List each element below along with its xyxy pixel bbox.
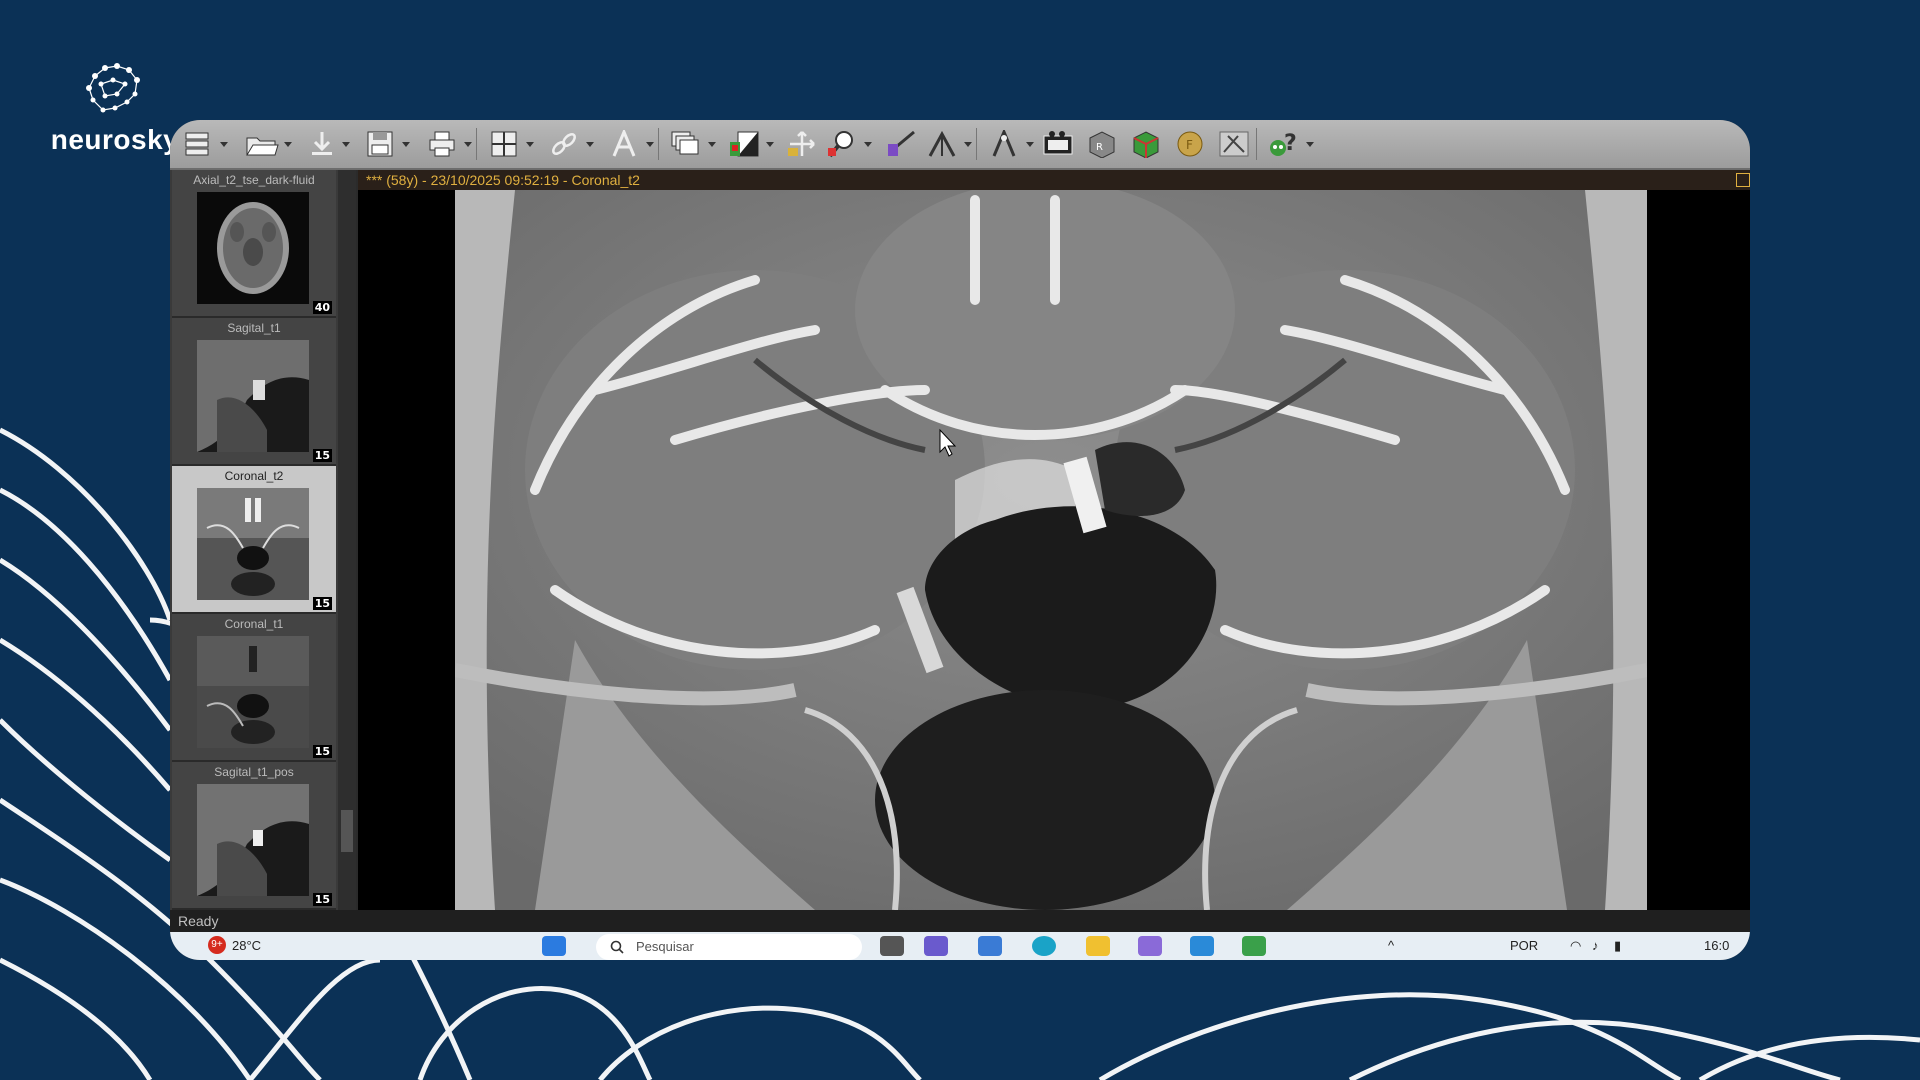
pan-icon[interactable] bbox=[782, 128, 822, 160]
cut-tool-icon[interactable] bbox=[1214, 128, 1254, 160]
image-count: 15 bbox=[312, 597, 332, 610]
link-icon[interactable] bbox=[544, 128, 584, 160]
maximize-icon[interactable] bbox=[1736, 173, 1750, 187]
series-thumbnail-list: Axial_t2_tse_dark-fluid 40 Sagital_t1 15… bbox=[170, 170, 338, 910]
teams-icon[interactable] bbox=[924, 936, 948, 956]
notification-badge: 9+ bbox=[208, 936, 226, 954]
task-view-icon[interactable] bbox=[880, 936, 904, 956]
series-label: Coronal_t1 bbox=[224, 617, 284, 631]
windows-start-icon[interactable] bbox=[542, 936, 566, 956]
clock-text[interactable]: 16:0 bbox=[1704, 938, 1729, 953]
cine-icon[interactable] bbox=[984, 128, 1024, 160]
weather-widget[interactable]: 9+ 28°C bbox=[208, 936, 261, 954]
coronal-mri-image[interactable] bbox=[455, 190, 1647, 910]
video-icon[interactable] bbox=[1038, 128, 1078, 160]
viewer-application-window: R F ? Axial_t2_tse_dark-fluid 40 Sagital… bbox=[170, 120, 1750, 960]
image-count: 40 bbox=[312, 301, 332, 314]
search-icon bbox=[610, 940, 624, 954]
wifi-icon[interactable]: ◠ bbox=[1570, 938, 1581, 954]
scrollbar-thumb[interactable] bbox=[341, 810, 353, 852]
brand: neurosky bbox=[40, 58, 190, 156]
database-icon[interactable] bbox=[178, 128, 218, 160]
status-text: Ready bbox=[178, 913, 219, 929]
volume-icon[interactable]: ♪ bbox=[1592, 938, 1599, 953]
store-icon[interactable] bbox=[1138, 936, 1162, 956]
series-thumbnail-active[interactable]: Coronal_t2 15 bbox=[172, 466, 336, 614]
brand-name: neurosky bbox=[50, 124, 180, 155]
series-label: Sagital_t1 bbox=[227, 321, 281, 335]
sagittal-thumbnail-image bbox=[197, 784, 309, 896]
battery-icon[interactable]: ▮ bbox=[1614, 938, 1621, 954]
neurosky-logo-icon bbox=[86, 63, 140, 113]
coronal-thumbnail-image bbox=[197, 488, 309, 600]
window-level-icon[interactable] bbox=[724, 128, 764, 160]
zoom-icon[interactable] bbox=[822, 128, 862, 160]
viewport-header: *** (58y) - 23/10/2025 09:52:19 - Corona… bbox=[358, 170, 1750, 190]
os-taskbar: 9+ 28°C Pesquisar ^ POR ◠ ♪ ▮ 16:0 bbox=[170, 932, 1750, 960]
reference-lines-icon[interactable] bbox=[922, 128, 962, 160]
text-annotation-icon[interactable] bbox=[604, 128, 644, 160]
3d-icon[interactable] bbox=[1126, 128, 1166, 160]
chevron-up-icon[interactable]: ^ bbox=[1388, 938, 1394, 953]
coronal-thumbnail-image bbox=[197, 636, 309, 748]
series-thumbnail[interactable]: Coronal_t1 15 bbox=[172, 614, 336, 762]
image-count: 15 bbox=[312, 893, 332, 906]
series-scrollbar[interactable] bbox=[338, 170, 356, 910]
edge-browser-icon[interactable] bbox=[1032, 936, 1056, 956]
fusion-icon[interactable]: F bbox=[1170, 128, 1210, 160]
file-explorer-icon[interactable] bbox=[1086, 936, 1110, 956]
series-thumbnail[interactable]: Sagital_t1 15 bbox=[172, 318, 336, 466]
search-placeholder: Pesquisar bbox=[636, 939, 694, 954]
study-info-text: *** (58y) - 23/10/2025 09:52:19 - Corona… bbox=[366, 172, 640, 188]
mpr-icon[interactable]: R bbox=[1082, 128, 1122, 160]
language-indicator[interactable]: POR bbox=[1510, 938, 1538, 953]
series-label: Axial_t2_tse_dark-fluid bbox=[193, 173, 315, 187]
series-thumbnail[interactable]: Axial_t2_tse_dark-fluid 40 bbox=[172, 170, 336, 318]
status-bar: Ready bbox=[170, 910, 1750, 932]
image-count: 15 bbox=[312, 449, 332, 462]
axial-thumbnail-image bbox=[197, 192, 309, 304]
stack-icon[interactable] bbox=[666, 128, 706, 160]
series-label: Coronal_t2 bbox=[224, 469, 284, 483]
temperature-text: 28°C bbox=[232, 937, 262, 953]
save-icon[interactable] bbox=[360, 128, 400, 160]
image-count: 15 bbox=[312, 745, 332, 758]
open-folder-icon[interactable] bbox=[242, 128, 282, 160]
help-icon[interactable]: ? bbox=[1264, 128, 1304, 160]
radiant-app-icon[interactable] bbox=[1242, 936, 1266, 956]
print-icon[interactable] bbox=[422, 128, 462, 160]
taskbar-search-box[interactable]: Pesquisar bbox=[596, 934, 862, 960]
sagittal-thumbnail-image bbox=[197, 340, 309, 452]
svg-text:?: ? bbox=[1284, 131, 1297, 156]
series-thumbnail[interactable]: Sagital_t1_pos 15 bbox=[172, 762, 336, 910]
layout-grid-icon[interactable] bbox=[484, 128, 524, 160]
image-viewport[interactable]: *** (58y) - 23/10/2025 09:52:19 - Corona… bbox=[358, 170, 1750, 910]
svg-text:F: F bbox=[1186, 138, 1193, 152]
main-toolbar: R F ? bbox=[170, 120, 1750, 170]
measure-icon[interactable] bbox=[882, 128, 922, 160]
windows-apps-icon[interactable] bbox=[1190, 936, 1214, 956]
series-label: Sagital_t1_pos bbox=[214, 765, 294, 779]
svg-text:R: R bbox=[1096, 142, 1103, 153]
download-icon[interactable] bbox=[302, 128, 342, 160]
copilot-icon[interactable] bbox=[978, 936, 1002, 956]
